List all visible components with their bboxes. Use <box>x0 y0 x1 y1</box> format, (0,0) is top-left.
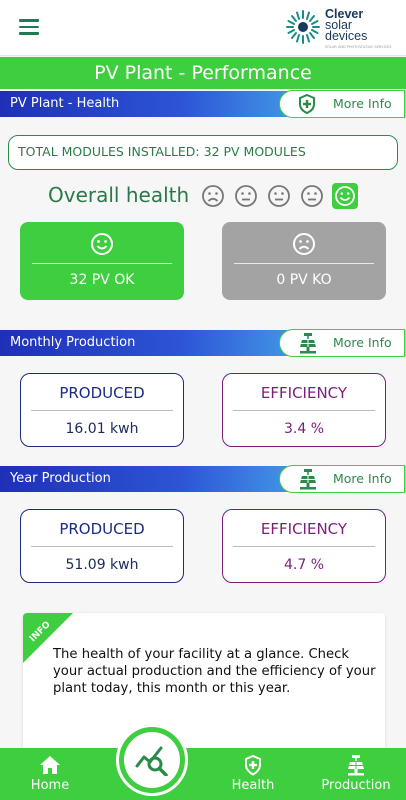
card-divider <box>233 546 375 547</box>
monthly-produced-card: PRODUCED 16.01 kwh <box>20 373 184 447</box>
solar-panel-icon <box>348 755 364 776</box>
section-label-monthly: Monthly Production <box>10 335 136 350</box>
pv-ko-card: 0 PV KO <box>222 222 386 300</box>
section-label-yearly: Year Production <box>10 471 111 486</box>
more-info-health-button[interactable]: More Info <box>279 90 405 118</box>
card-divider <box>32 263 172 264</box>
logo-tagline: SOLAR AND PHOTOVOLTAIC SERVICES <box>325 45 392 49</box>
info-text: The health of your facility at a glance.… <box>53 647 376 696</box>
efficiency-value: 4.7 % <box>283 557 325 573</box>
produced-title: PRODUCED <box>59 520 145 538</box>
card-divider <box>31 410 173 411</box>
info-card: INFO The health of your facility at a gl… <box>23 613 385 758</box>
nav-health-label: Health <box>231 778 275 793</box>
card-divider <box>31 546 173 547</box>
page-title: PV Plant - Performance <box>0 57 406 89</box>
more-info-label: More Info <box>333 335 392 350</box>
shield-plus-icon <box>299 94 315 114</box>
section-label-health: PV Plant - Health <box>10 96 120 111</box>
yearly-efficiency-card: EFFICIENCY 4.7 % <box>222 509 386 583</box>
pv-ok-value: 32 PV OK <box>69 272 135 288</box>
top-app-bar: Clever solar devices SOLAR AND PHOTOVOLT… <box>0 0 406 56</box>
solar-panel-icon <box>300 333 316 354</box>
produced-value: 51.09 kwh <box>65 557 139 573</box>
efficiency-title: EFFICIENCY <box>260 520 348 538</box>
more-info-monthly-button[interactable]: More Info <box>279 329 405 357</box>
more-info-yearly-button[interactable]: More Info <box>279 465 405 493</box>
happy-face-icon <box>91 233 113 255</box>
nav-home[interactable]: Home <box>20 748 80 800</box>
nav-production-label: Production <box>321 778 391 793</box>
produced-value: 16.01 kwh <box>65 421 139 437</box>
produced-title: PRODUCED <box>59 384 145 402</box>
chart-search-icon <box>135 746 168 776</box>
clever-solar-devices-logo: Clever solar devices SOLAR AND PHOTOVOLT… <box>284 7 399 51</box>
logo-sun-icon <box>286 10 320 44</box>
nav-health[interactable]: Health <box>222 748 284 800</box>
card-divider <box>233 410 375 411</box>
total-modules-banner: TOTAL MODULES INSTALLED: 32 PV MODULES <box>8 135 398 170</box>
monthly-efficiency-card: EFFICIENCY 3.4 % <box>222 373 386 447</box>
sad-face-icon <box>293 233 315 255</box>
hamburger-menu-icon[interactable] <box>19 19 39 35</box>
neutral-face-icon <box>235 185 257 207</box>
logo-wordmark: Clever solar devices <box>325 8 368 43</box>
efficiency-value: 3.4 % <box>283 421 325 437</box>
overall-health-label: Overall health <box>48 183 190 207</box>
bottom-navigation: Home Health Production <box>0 748 406 800</box>
very-sad-face-icon <box>202 185 224 207</box>
pv-ko-value: 0 PV KO <box>276 272 332 288</box>
card-divider <box>234 263 374 264</box>
shield-plus-icon <box>245 755 261 776</box>
home-icon <box>40 756 60 774</box>
efficiency-title: EFFICIENCY <box>260 384 348 402</box>
nav-production[interactable]: Production <box>314 748 398 800</box>
neutral-face-icon <box>268 185 290 207</box>
yearly-produced-card: PRODUCED 51.09 kwh <box>20 509 184 583</box>
solar-panel-icon <box>300 469 316 490</box>
happy-face-icon <box>332 183 358 209</box>
more-info-label: More Info <box>333 96 392 111</box>
nav-home-label: Home <box>30 778 70 793</box>
more-info-label: More Info <box>333 471 392 486</box>
fab-inner <box>124 732 180 788</box>
pv-ok-card: 32 PV OK <box>20 222 184 300</box>
logo-line-3: devices <box>325 29 368 43</box>
performance-fab-button[interactable] <box>116 724 188 796</box>
neutral-face-icon <box>301 185 323 207</box>
